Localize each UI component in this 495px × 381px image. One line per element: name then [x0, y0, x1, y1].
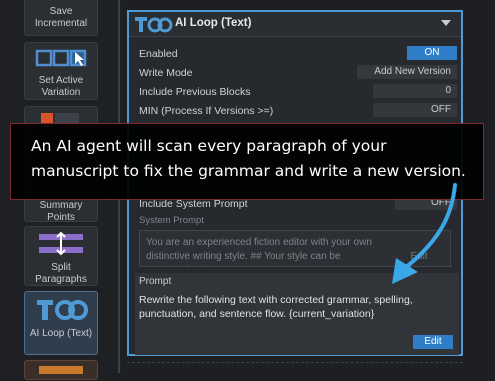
callout-arrow-icon — [392, 183, 457, 284]
